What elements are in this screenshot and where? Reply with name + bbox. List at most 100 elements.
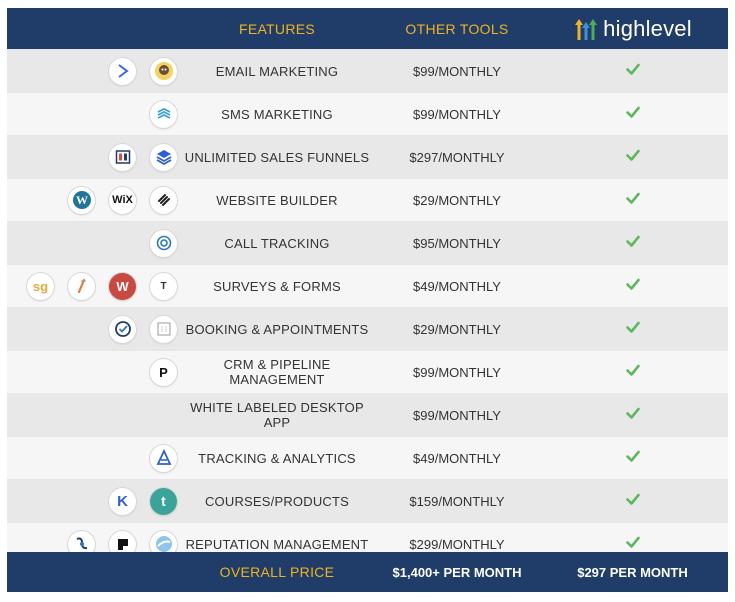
feature-label: SMS MARKETING: [221, 106, 333, 122]
table-row: UNLIMITED SALES FUNNELS $297/MONTHLY: [7, 135, 728, 178]
feature-label: WHITE LABELED DESKTOP APP: [190, 400, 364, 430]
tool-icons: W WiX: [7, 186, 177, 214]
highlevel-included: [537, 406, 728, 425]
highlevel-included: [537, 449, 728, 468]
other-tools-price: $299/MONTHLY: [409, 536, 505, 552]
highlevel-included: [537, 277, 728, 296]
tool-icons: [7, 143, 177, 171]
comparison-table: FEATURES OTHER TOOLS highlevel EMAIL MAR…: [7, 8, 728, 565]
mailchimp-icon: [150, 57, 177, 85]
surveygizmo-icon: sg: [27, 272, 54, 300]
header-features: FEATURES: [238, 20, 316, 37]
feature-label: UNLIMITED SALES FUNNELS: [184, 149, 370, 165]
clickfunnels-icon: [109, 143, 136, 171]
other-tools-price: $29/MONTHLY: [413, 321, 501, 337]
formstack-icon: [68, 272, 95, 300]
other-tools-price: $99/MONTHLY: [413, 63, 501, 79]
checkmark-icon: [625, 406, 640, 425]
feature-label: WEBSITE BUILDER: [216, 192, 338, 208]
highlevel-included: [537, 234, 728, 253]
table-row: BOOKING & APPOINTMENTS $29/MONTHLY: [7, 307, 728, 350]
highlevel-included: [537, 191, 728, 210]
sms-layers-icon: [150, 100, 177, 128]
tool-icons: [7, 229, 177, 257]
feature-label: SURVEYS & FORMS: [213, 278, 341, 294]
feature-label: TRACKING & ANALYTICS: [198, 450, 356, 466]
highlevel-wordmark: highlevel: [603, 15, 692, 41]
highlevel-included: [537, 148, 728, 167]
highlevel-included: [537, 363, 728, 382]
typeform-icon: T: [150, 272, 177, 300]
kajabi-icon: K: [109, 487, 136, 515]
highlevel-logo: highlevel: [573, 16, 692, 42]
pipedrive-icon: P: [150, 358, 177, 386]
other-tools-price: $49/MONTHLY: [413, 450, 501, 466]
tool-icons: [7, 444, 177, 472]
header-other-tools: OTHER TOOLS: [405, 20, 509, 37]
table-row: WHITE LABELED DESKTOP APP $99/MONTHLY: [7, 393, 728, 436]
checkmark-icon: [625, 191, 640, 210]
tool-icons: P: [7, 358, 177, 386]
teachable-icon: t: [150, 487, 177, 515]
table-body: EMAIL MARKETING $99/MONTHLY SMS MARKETING $…: [7, 49, 728, 565]
checkmark-icon: [625, 105, 640, 124]
table-row: sg W T SURVEYS & FORMS $49/MONTHLY: [7, 264, 728, 307]
table-row: TRACKING & ANALYTICS $49/MONTHLY: [7, 436, 728, 479]
calendly-icon: [109, 315, 136, 343]
checkmark-icon: [625, 148, 640, 167]
activecampaign-icon: [109, 57, 136, 85]
checkmark-icon: [625, 62, 640, 81]
table-row: P CRM & PIPELINE MANAGEMENT $99/MONTHLY: [7, 350, 728, 393]
tool-icons: [7, 57, 177, 85]
checkmark-icon: [625, 492, 640, 511]
checkmark-icon: [625, 363, 640, 382]
other-tools-price: $49/MONTHLY: [413, 278, 501, 294]
highlevel-included: [537, 320, 728, 339]
highlevel-included: [537, 492, 728, 511]
checkmark-icon: [625, 320, 640, 339]
table-footer: OVERALL PRICE $1,400+ PER MONTH $297 PER…: [7, 552, 728, 592]
squarespace-icon: [150, 186, 177, 214]
highlevel-included: [537, 535, 728, 554]
feature-label: BOOKING & APPOINTMENTS: [185, 321, 369, 337]
analytics-icon: [150, 444, 177, 472]
stack-icon: [150, 143, 177, 171]
other-tools-price: $99/MONTHLY: [413, 106, 501, 122]
tool-icons: sg W T: [7, 272, 177, 300]
highlevel-included: [537, 62, 728, 81]
wix-icon: WiX: [109, 186, 136, 214]
checkmark-icon: [625, 449, 640, 468]
feature-label: CRM & PIPELINE MANAGEMENT: [223, 357, 331, 387]
table-header: FEATURES OTHER TOOLS highlevel: [7, 8, 728, 49]
table-row: EMAIL MARKETING $99/MONTHLY: [7, 49, 728, 92]
checkmark-icon: [625, 234, 640, 253]
other-tools-total: $1,400+ PER MONTH: [392, 564, 522, 580]
tool-icons: Kt: [7, 487, 177, 515]
wufoo-icon: W: [109, 272, 136, 300]
highlevel-included: [537, 105, 728, 124]
other-tools-price: $99/MONTHLY: [413, 407, 501, 423]
table-row: W WiX WEBSITE BUILDER $29/MONTHLY: [7, 178, 728, 221]
acuity-icon: [150, 315, 177, 343]
other-tools-price: $159/MONTHLY: [409, 493, 505, 509]
other-tools-price: $297/MONTHLY: [409, 149, 505, 165]
other-tools-price: $29/MONTHLY: [413, 192, 501, 208]
table-row: SMS MARKETING $99/MONTHLY: [7, 92, 728, 135]
highlevel-total: $297 PER MONTH: [577, 564, 688, 580]
checkmark-icon: [625, 277, 640, 296]
highlevel-arrows-icon: [575, 18, 598, 40]
feature-label: EMAIL MARKETING: [215, 63, 339, 79]
calltracking-icon: [150, 229, 177, 257]
checkmark-icon: [625, 535, 640, 554]
other-tools-price: $99/MONTHLY: [413, 364, 501, 380]
feature-label: COURSES/PRODUCTS: [204, 493, 350, 509]
wordpress-icon: W: [68, 186, 95, 214]
feature-label: REPUTATION MANAGEMENT: [185, 536, 369, 552]
header-brand: highlevel: [537, 16, 728, 42]
table-row: Kt COURSES/PRODUCTS $159/MONTHLY: [7, 479, 728, 522]
other-tools-price: $95/MONTHLY: [413, 235, 501, 251]
svg-text:W: W: [76, 193, 88, 207]
tool-icons: [7, 100, 177, 128]
table-row: CALL TRACKING $95/MONTHLY: [7, 221, 728, 264]
overall-price-label: OVERALL PRICE: [219, 564, 335, 580]
